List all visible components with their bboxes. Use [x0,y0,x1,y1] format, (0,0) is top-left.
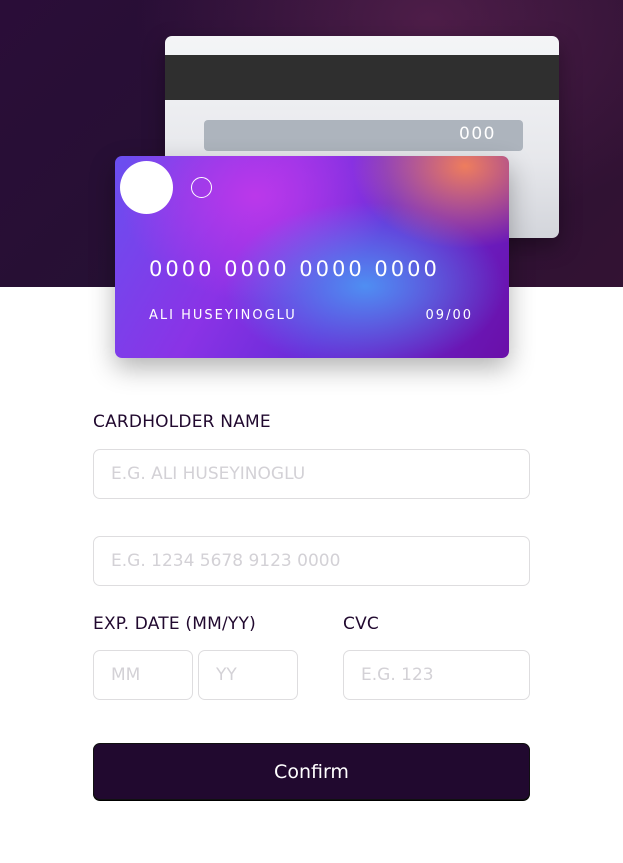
exp-date-label: EXP. DATE (MM/YY) [93,614,256,634]
exp-year-input[interactable] [198,650,298,700]
card-front-expiry: 09/00 [425,308,473,323]
exp-month-input[interactable] [93,650,193,700]
card-front-number: 0000 0000 0000 0000 [149,257,440,281]
cvc-input[interactable] [343,650,530,700]
card-front-name: ALI HUSEYINOGLU [149,308,297,323]
card-back-cvc: 000 [459,124,496,144]
confirm-button[interactable]: Confirm [93,743,530,800]
cardholder-name-label: CARDHOLDER NAME [93,412,271,432]
magnetic-stripe [165,55,559,100]
cardholder-name-input[interactable] [93,449,530,499]
card-logo-filled-circle-icon [120,161,173,214]
card-logo-outline-circle-icon [191,177,212,198]
card-number-input[interactable] [93,536,530,586]
card-front: 0000 0000 0000 0000 ALI HUSEYINOGLU 09/0… [115,156,509,358]
cvc-label: CVC [343,614,379,634]
